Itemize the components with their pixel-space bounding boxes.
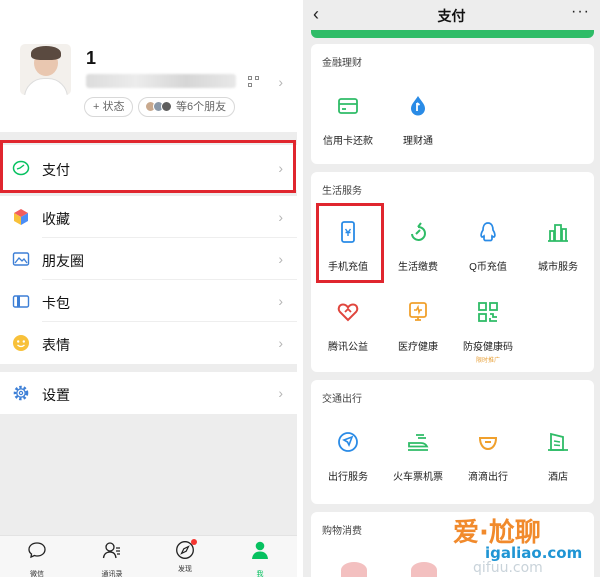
- site-watermark: 爱·尬聊 igaliao.com qifuu.com: [445, 512, 600, 577]
- service-label: 火车票机票: [393, 472, 443, 483]
- menu-item-settings[interactable]: 设置 ›: [0, 372, 297, 414]
- chevron-right-icon: ›: [278, 385, 283, 401]
- credit-card-icon: [338, 98, 358, 114]
- menu-item-cards[interactable]: 卡包 ›: [0, 280, 297, 322]
- wechat-id-blurred: [86, 74, 236, 88]
- highlight-box: [0, 140, 296, 193]
- shopping-service-icon[interactable]: [341, 562, 367, 577]
- watermark-ghost-url: qifuu.com: [473, 560, 543, 576]
- section-title: 交通出行: [322, 394, 362, 405]
- chevron-right-icon: ›: [278, 251, 283, 267]
- contacts-icon: [102, 542, 120, 559]
- service-qcoin-topup[interactable]: Q币充值: [453, 220, 523, 273]
- page-title: 支付: [437, 8, 466, 24]
- service-medical-health[interactable]: 医疗健康: [383, 300, 453, 353]
- menu-item-label: 朋友圈: [42, 253, 84, 269]
- bottom-tab-bar: 微信 通讯录 发现 我: [0, 535, 297, 577]
- train-icon: [408, 434, 429, 451]
- service-train-flight[interactable]: 火车票机票: [383, 430, 453, 483]
- status-button[interactable]: + 状态: [84, 97, 134, 117]
- profile-header[interactable]: 1 › + 状态 等6个朋友: [0, 0, 297, 132]
- service-label: Q币充值: [469, 262, 507, 273]
- service-travel[interactable]: 出行服务: [313, 430, 383, 483]
- tab-label: 发现: [178, 566, 192, 573]
- section-finance: 金融理财 信用卡还款 理财通: [311, 44, 594, 164]
- penguin-icon: [480, 222, 496, 242]
- section-title: 购物消费: [322, 526, 362, 537]
- tab-chats[interactable]: 微信: [7, 540, 67, 577]
- highlight-box: [316, 203, 384, 283]
- shopping-service-icon[interactable]: [411, 562, 437, 577]
- favorites-cube-icon: [14, 209, 28, 225]
- menu-item-moments[interactable]: 朋友圈 ›: [0, 238, 297, 280]
- nav-bar: ‹ 支付 ···: [303, 0, 600, 30]
- service-label: 出行服务: [328, 472, 368, 483]
- friends-label: 等6个朋友: [176, 101, 227, 113]
- service-label: 酒店: [548, 472, 568, 483]
- menu-item-label: 收藏: [42, 211, 70, 227]
- service-label: 信用卡还款: [323, 136, 373, 147]
- more-options-button[interactable]: ···: [571, 3, 590, 21]
- friends-status-button[interactable]: 等6个朋友: [138, 97, 236, 117]
- notification-dot: [191, 539, 197, 545]
- service-didi[interactable]: 滴滴出行: [453, 430, 523, 483]
- chevron-right-icon: ›: [278, 335, 283, 351]
- service-label: 生活缴费: [398, 262, 438, 273]
- service-label: 医疗健康: [398, 342, 438, 353]
- menu-item-label: 表情: [42, 337, 70, 353]
- menu-item-label: 设置: [42, 387, 70, 403]
- me-page: 1 › + 状态 等6个朋友 支付 › 收藏 › 朋友圈 › 卡包 › 表情 ›…: [0, 0, 297, 577]
- heart-icon: [337, 303, 359, 322]
- qr-code-icon[interactable]: [248, 76, 260, 88]
- moments-image-icon: [12, 252, 30, 266]
- service-label: 理财通: [403, 136, 433, 147]
- menu-item-label: 卡包: [42, 295, 70, 311]
- chevron-right-icon: ›: [278, 293, 283, 309]
- tab-me[interactable]: 我: [230, 540, 290, 577]
- promo-tag: 限时推广: [475, 358, 500, 364]
- friend-avatar: [161, 101, 172, 112]
- service-health-code[interactable]: 防疫健康码 限时推广: [453, 300, 523, 364]
- service-licaitong[interactable]: 理财通: [383, 94, 453, 147]
- service-hotel[interactable]: 酒店: [523, 430, 593, 483]
- section-title: 金融理财: [322, 58, 362, 69]
- navigation-icon: [338, 432, 358, 452]
- person-icon: [252, 541, 268, 559]
- city-icon: [548, 224, 568, 242]
- leaf-icon: [411, 222, 426, 241]
- pay-page: ‹ 支付 ··· 金融理财 信用卡还款 理财通 生活服务 手机充值 生活缴费 Q…: [303, 0, 600, 577]
- service-tencent-charity[interactable]: 腾讯公益: [313, 300, 383, 353]
- tab-label: 我: [256, 571, 264, 577]
- service-label: 腾讯公益: [328, 342, 368, 353]
- service-label: 防疫健康码: [463, 342, 513, 353]
- didi-icon: [478, 437, 498, 451]
- medical-icon: [409, 302, 427, 321]
- sticker-smile-icon: [13, 335, 29, 351]
- menu-item-favorites[interactable]: 收藏 ›: [0, 196, 297, 238]
- qr-code-icon: [478, 302, 498, 322]
- gear-icon: [13, 385, 29, 401]
- wallet-banner[interactable]: [311, 30, 594, 38]
- service-label: 城市服务: [538, 262, 578, 273]
- service-label: 滴滴出行: [468, 472, 508, 483]
- card-wallet-icon: [12, 295, 30, 308]
- section-title: 生活服务: [322, 186, 362, 197]
- tab-discover[interactable]: 发现: [155, 539, 215, 574]
- chevron-right-icon: ›: [278, 74, 283, 90]
- chat-bubble-icon: [28, 542, 46, 559]
- nickname: 1: [86, 48, 97, 68]
- service-city-services[interactable]: 城市服务: [523, 220, 593, 273]
- hotel-icon: [548, 432, 568, 451]
- drop-icon: [411, 96, 425, 116]
- menu-item-stickers[interactable]: 表情 ›: [0, 322, 297, 364]
- tab-label: 通讯录: [101, 571, 123, 577]
- section-transport: 交通出行 出行服务 火车票机票 滴滴出行 酒店: [311, 380, 594, 504]
- tab-label: 微信: [30, 571, 44, 577]
- chevron-right-icon: ›: [278, 209, 283, 225]
- service-utility-bills[interactable]: 生活缴费: [383, 220, 453, 273]
- avatar[interactable]: [20, 44, 71, 95]
- service-credit-card-repay[interactable]: 信用卡还款: [313, 94, 383, 147]
- tab-contacts[interactable]: 通讯录: [82, 540, 142, 577]
